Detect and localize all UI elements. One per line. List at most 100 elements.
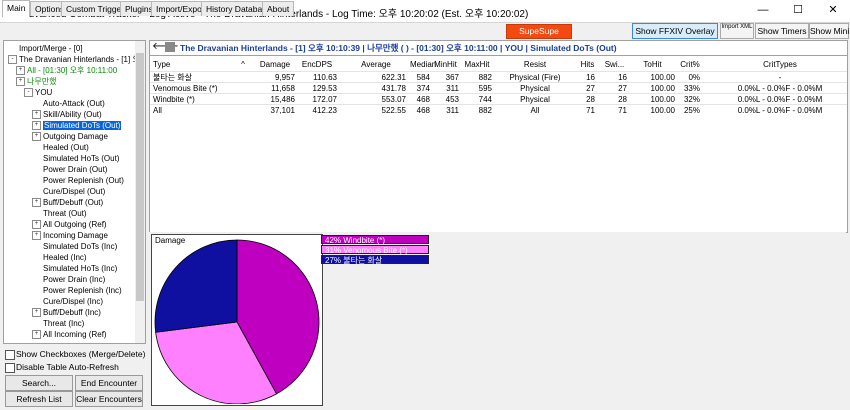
- column-header[interactable]: ^: [238, 60, 248, 70]
- table-cell: 468: [416, 106, 430, 115]
- expand-icon[interactable]: +: [32, 220, 41, 230]
- tree-item[interactable]: Healed (Out): [32, 142, 89, 153]
- column-header[interactable]: CritTypes: [720, 60, 840, 70]
- tree-item[interactable]: Threat (Inc): [32, 318, 84, 329]
- expand-icon[interactable]: +: [32, 198, 41, 208]
- show-checkboxes-checkbox[interactable]: [5, 350, 15, 360]
- table-cell: 71: [586, 106, 595, 115]
- tree-scrollbar-thumb[interactable]: [136, 53, 144, 301]
- column-header[interactable]: Hits: [580, 60, 595, 70]
- damage-table[interactable]: Type ^ Damage EncDPS Average Median MinHit MaxH…: [149, 55, 848, 233]
- encounter-tree[interactable]: Import/Merge - [0] - The Dravanian Hinterl…: [3, 40, 146, 344]
- tree-scrollbar[interactable]: [135, 41, 145, 343]
- tab-about[interactable]: About: [262, 1, 295, 16]
- disable-refresh-checkbox[interactable]: [5, 363, 15, 373]
- expand-icon[interactable]: +: [32, 132, 41, 142]
- tree-item-label: All - [01:30] 오후 10:11:00: [27, 66, 118, 75]
- table-cell: 522.55: [381, 106, 406, 115]
- tree-item[interactable]: Power Replenish (Out): [32, 175, 124, 186]
- column-header[interactable]: MinHit: [432, 60, 459, 70]
- tree-item[interactable]: Auto-Attack (Out): [32, 98, 105, 109]
- column-header[interactable]: Resist: [495, 60, 575, 70]
- show-ffxiv-overlay-button[interactable]: Show FFXIV Overlay: [632, 23, 718, 39]
- column-header[interactable]: Median: [410, 60, 436, 70]
- minimize-button[interactable]: —: [746, 0, 780, 22]
- tree-item[interactable]: Power Drain (Inc): [32, 274, 105, 285]
- tree-item[interactable]: Import/Merge - [0]: [8, 43, 83, 54]
- table-cell: All: [530, 106, 540, 115]
- tree-item[interactable]: - YOU: [24, 87, 52, 98]
- import-xml-button[interactable]: Import XML: [720, 23, 754, 39]
- tree-item[interactable]: Healed (Inc): [32, 252, 87, 263]
- tree-item[interactable]: + Buff/Debuff (Inc): [32, 307, 101, 318]
- tree-item[interactable]: + All - [01:30] 오후 10:11:00: [16, 65, 117, 76]
- tree-item-label: All Incoming (Ref): [43, 330, 107, 339]
- column-header[interactable]: ToHit: [630, 60, 675, 70]
- tree-item[interactable]: - The Dravanian Hinterlands - [1] 오후: [8, 54, 146, 65]
- maximize-button[interactable]: ☐: [781, 0, 815, 22]
- tree-item[interactable]: + Buff/Debuff (Out): [32, 197, 103, 208]
- tree-item-label: Power Drain (Out): [43, 165, 108, 174]
- tab-main[interactable]: Main: [2, 0, 31, 17]
- expand-icon[interactable]: +: [16, 66, 25, 76]
- tree-item-label: Buff/Debuff (Out): [43, 198, 104, 207]
- row-divider: [150, 71, 847, 72]
- expand-icon[interactable]: +: [32, 231, 41, 241]
- tree-item[interactable]: Power Replenish (Inc): [32, 285, 122, 296]
- back-arrow-icon[interactable]: 🡐: [152, 42, 179, 52]
- column-header[interactable]: MaxHit: [462, 60, 492, 70]
- disable-refresh-label: Disable Table Auto-Refresh: [16, 362, 119, 372]
- tree-item-label: Skill/Ability (Out): [43, 110, 102, 119]
- expand-icon[interactable]: +: [32, 121, 41, 131]
- supesupe-button[interactable]: SupeSupe: [506, 24, 572, 39]
- tree-item[interactable]: + All Outgoing (Ref): [32, 219, 107, 230]
- tree-item[interactable]: + All Incoming (Ref): [32, 329, 107, 340]
- table-cell: 37,101: [270, 106, 295, 115]
- column-header[interactable]: Type: [153, 60, 233, 70]
- tree-item[interactable]: Simulated HoTs (Out): [32, 153, 119, 164]
- expand-icon[interactable]: +: [16, 77, 25, 87]
- row-divider: [150, 82, 847, 83]
- search-button[interactable]: Search...: [5, 375, 73, 391]
- close-button[interactable]: ✕: [816, 0, 850, 22]
- tree-item[interactable]: Simulated HoTs (Inc): [32, 263, 117, 274]
- end-encounter-button[interactable]: End Encounter: [75, 375, 143, 391]
- tree-item[interactable]: Power Drain (Out): [32, 164, 107, 175]
- tree-item[interactable]: Cure/Dispel (Out): [32, 186, 105, 197]
- tree-item-label: Power Drain (Inc): [43, 275, 106, 284]
- tree-item[interactable]: Simulated DoTs (Inc): [32, 241, 117, 252]
- tree-item-label: Import/Merge - [0]: [19, 44, 83, 53]
- tree-item-label: Simulated HoTs (Inc): [43, 264, 118, 273]
- tree-item-label: Power Replenish (Inc): [43, 286, 122, 295]
- table-cell: 71: [618, 106, 627, 115]
- clear-encounters-button[interactable]: Clear Encounters: [75, 391, 143, 407]
- expand-icon[interactable]: +: [32, 330, 41, 340]
- tree-item[interactable]: + 나무만했: [16, 76, 56, 87]
- column-header[interactable]: EncDPS: [297, 60, 337, 70]
- tree-item[interactable]: + Incoming Damage: [32, 230, 108, 241]
- collapse-icon[interactable]: -: [8, 55, 17, 65]
- expand-icon[interactable]: +: [32, 308, 41, 318]
- tree-item-label: Auto-Attack (Out): [43, 99, 105, 108]
- expand-icon[interactable]: +: [32, 110, 41, 120]
- show-timers-button[interactable]: Show Timers: [755, 23, 809, 39]
- tree-item[interactable]: + Simulated DoTs (Out): [32, 120, 122, 131]
- row-divider: [150, 93, 847, 94]
- tree-item[interactable]: Threat (Out): [32, 208, 87, 219]
- collapse-icon[interactable]: -: [24, 88, 33, 98]
- table-cell: 882: [478, 106, 492, 115]
- column-header[interactable]: Swi...: [602, 60, 627, 70]
- column-header[interactable]: Average: [346, 60, 406, 70]
- pie-slice: [154, 239, 238, 333]
- show-mini-button[interactable]: Show Mini: [809, 23, 849, 39]
- tree-item-label: Healed (Out): [43, 143, 89, 152]
- refresh-list-button[interactable]: Refresh List: [5, 391, 73, 407]
- column-header[interactable]: Damage: [255, 60, 295, 70]
- tree-item-label: The Dravanian Hinterlands - [1] 오후: [19, 55, 146, 64]
- column-header[interactable]: Crit%: [680, 60, 700, 70]
- tree-item[interactable]: + Skill/Ability (Out): [32, 109, 102, 120]
- tree-item[interactable]: Cure/Dispel (Inc): [32, 296, 103, 307]
- tree-item[interactable]: + Outgoing Damage: [32, 131, 108, 142]
- graph-toggle-icon[interactable]: [165, 42, 175, 52]
- table-cell: 412.23: [312, 106, 337, 115]
